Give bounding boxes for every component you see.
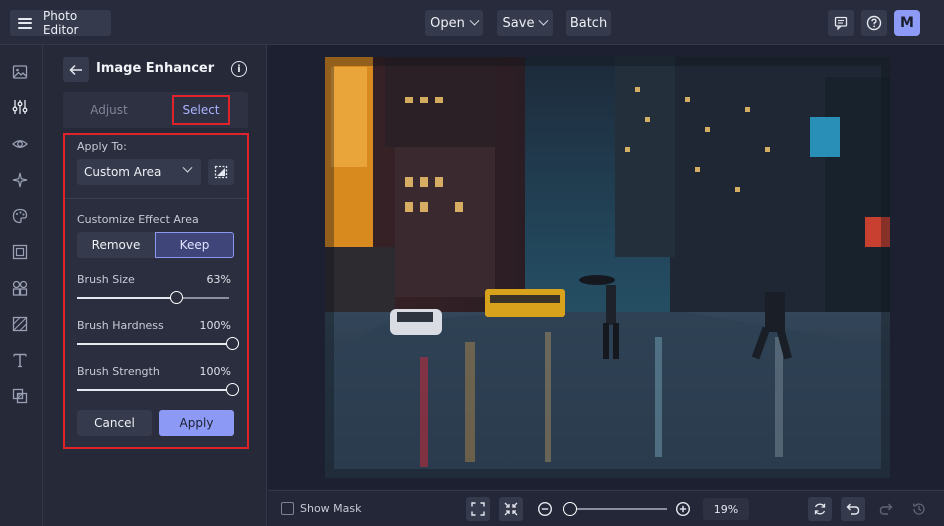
keep-button[interactable]: Keep — [155, 232, 234, 258]
chevron-down-icon — [469, 15, 480, 26]
photo-editor-app: Photo Editor Open Save Batch M Image Enh… — [0, 0, 944, 526]
history-icon — [912, 503, 925, 515]
brush-size-value: 63% — [206, 273, 231, 286]
texture-icon[interactable] — [11, 315, 29, 333]
frame-icon[interactable] — [11, 243, 29, 261]
tool-rail — [0, 45, 43, 526]
brush-strength-value: 100% — [199, 365, 231, 378]
zoom-in-icon[interactable] — [675, 501, 691, 517]
zoom-slider[interactable] — [563, 508, 667, 510]
expand-icon — [471, 502, 485, 516]
show-mask-checkbox[interactable] — [281, 502, 294, 515]
eye-icon[interactable] — [11, 135, 29, 153]
brush-size-fill — [77, 297, 173, 299]
photo-canvas-image[interactable] — [325, 57, 890, 478]
comment-button[interactable] — [828, 10, 854, 36]
brush-size-thumb[interactable] — [169, 291, 183, 304]
brush-size-slider[interactable] — [77, 297, 229, 299]
adjustments-icon[interactable] — [11, 98, 29, 116]
refresh-icon — [814, 503, 826, 515]
avatar-initial: M — [900, 15, 914, 31]
save-label: Save — [502, 15, 535, 31]
reset-button[interactable] — [808, 497, 832, 521]
remove-button[interactable]: Remove — [77, 232, 155, 258]
back-button[interactable] — [63, 57, 89, 82]
menu-button[interactable]: Photo Editor — [10, 9, 111, 37]
brush-hardness-label: Brush Hardness — [77, 319, 164, 332]
shapes-icon[interactable] — [11, 279, 29, 297]
brush-hardness-value: 100% — [199, 319, 231, 332]
comment-icon — [834, 16, 848, 30]
show-mask-label[interactable]: Show Mask — [300, 502, 362, 515]
brush-strength-label: Brush Strength — [77, 365, 160, 378]
invert-icon — [214, 165, 228, 179]
zoom-value[interactable]: 19% — [703, 498, 749, 520]
text-icon[interactable] — [11, 351, 29, 369]
actual-size-button[interactable] — [499, 497, 523, 521]
undo-icon — [846, 503, 860, 515]
help-button[interactable] — [861, 10, 887, 36]
avatar[interactable]: M — [894, 10, 920, 36]
menu-icon — [18, 17, 32, 29]
brush-hardness-thumb[interactable] — [226, 337, 239, 350]
redo-button[interactable] — [874, 497, 898, 521]
app-title: Photo Editor — [42, 9, 79, 37]
batch-label: Batch — [569, 15, 608, 31]
info-icon[interactable]: i — [231, 61, 247, 77]
apply-to-label: Apply To: — [77, 140, 127, 153]
history-button[interactable] — [907, 497, 931, 521]
brush-strength-slider[interactable] — [77, 389, 229, 391]
save-button[interactable]: Save — [497, 10, 553, 36]
brush-hardness-fill — [77, 343, 229, 345]
apply-to-value: Custom Area — [84, 165, 162, 179]
apply-button[interactable]: Apply — [159, 410, 234, 436]
brush-size-label: Brush Size — [77, 273, 135, 286]
tab-select[interactable]: Select — [172, 95, 230, 125]
zoom-out-icon[interactable] — [537, 501, 553, 517]
apply-to-select[interactable]: Custom Area — [77, 159, 201, 185]
top-bar: Photo Editor Open Save Batch M — [0, 0, 944, 45]
cancel-button[interactable]: Cancel — [77, 410, 152, 436]
zoom-slider-thumb[interactable] — [563, 502, 577, 516]
redo-icon — [879, 503, 893, 515]
help-icon — [866, 15, 882, 31]
brush-strength-fill — [77, 389, 229, 391]
collapse-icon — [504, 502, 518, 516]
overlay-icon[interactable] — [11, 387, 29, 405]
palette-icon[interactable] — [11, 207, 29, 225]
city-street-photo — [325, 57, 890, 478]
panel-title: Image Enhancer — [96, 61, 215, 76]
customize-area-label: Customize Effect Area — [77, 213, 199, 226]
image-icon[interactable] — [11, 63, 29, 81]
tab-adjust[interactable]: Adjust — [63, 92, 155, 128]
chevron-down-icon — [539, 15, 549, 26]
effects-icon[interactable] — [11, 171, 29, 189]
fit-screen-button[interactable] — [466, 497, 490, 521]
brush-strength-thumb[interactable] — [226, 383, 239, 396]
open-label: Open — [430, 15, 465, 31]
brush-hardness-slider[interactable] — [77, 343, 229, 345]
section-divider — [65, 198, 247, 199]
arrow-left-icon — [69, 64, 82, 75]
invert-selection-button[interactable] — [208, 159, 234, 185]
chevron-down-icon — [182, 162, 193, 173]
open-button[interactable]: Open — [425, 10, 483, 36]
batch-button[interactable]: Batch — [566, 10, 611, 36]
undo-button[interactable] — [841, 497, 865, 521]
panel-tabs: Adjust Select — [63, 92, 248, 128]
